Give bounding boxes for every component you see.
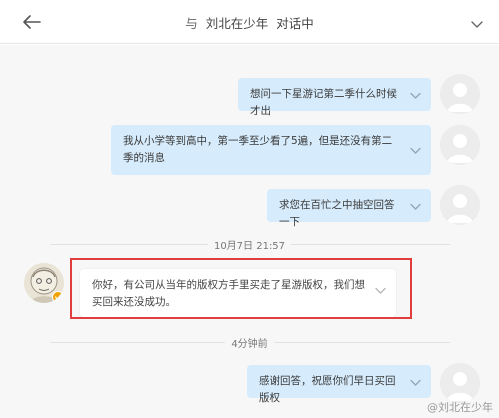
chevron-down-icon[interactable] (410, 90, 421, 101)
watermark: @刘北在少年 (427, 401, 493, 414)
message-text: 感谢回答，祝愿你们早日买回版权 (259, 375, 396, 404)
timestamp: 4分钟前 (225, 339, 274, 350)
avatar[interactable] (440, 125, 480, 165)
title-suffix: 对话中 (276, 16, 314, 31)
message-bubble[interactable]: 我从小学等到高中，第一季至少看了5遍，但是还没有第二季的消息 (111, 125, 431, 175)
avatar[interactable] (440, 363, 480, 403)
chevron-down-icon[interactable] (410, 145, 421, 156)
title-prefix: 与 (185, 16, 198, 31)
chevron-down-icon[interactable] (410, 377, 421, 388)
chevron-down-icon[interactable] (471, 15, 483, 28)
message-bubble[interactable]: 求您在百忙之中抽空回答一下 (267, 189, 431, 228)
chevron-down-icon[interactable] (410, 201, 421, 212)
message-text: 我从小学等到高中，第一季至少看了5遍，但是还没有第二季的消息 (123, 135, 393, 164)
message-bubble[interactable]: 想问一下星游记第二季什么时候才出 (238, 78, 431, 117)
avatar[interactable] (24, 263, 64, 303)
message-text: 想问一下星游记第二季什么时候才出 (250, 88, 397, 117)
avatar[interactable] (440, 74, 480, 114)
timestamp-divider: 10月7日 21:57 (0, 237, 499, 252)
message-text: 求您在百忙之中抽空回答一下 (279, 199, 395, 228)
highlight-box (70, 258, 412, 319)
timestamp: 10月7日 21:57 (207, 241, 292, 252)
chat-area[interactable]: 想问一下星游记第二季什么时候才出 我从小学等到高中，第一季至少看了5遍，但是还没… (0, 45, 499, 418)
avatar[interactable] (440, 185, 480, 225)
verified-badge-icon (52, 291, 64, 303)
timestamp-divider: 4分钟前 (0, 335, 499, 350)
message-bubble[interactable]: 感谢回答，祝愿你们早日买回版权 (247, 365, 431, 404)
contact-name[interactable]: 刘北在少年 (206, 16, 269, 31)
chat-header: 与 刘北在少年 对话中 (0, 0, 499, 44)
chat-title: 与 刘北在少年 对话中 (0, 13, 499, 32)
